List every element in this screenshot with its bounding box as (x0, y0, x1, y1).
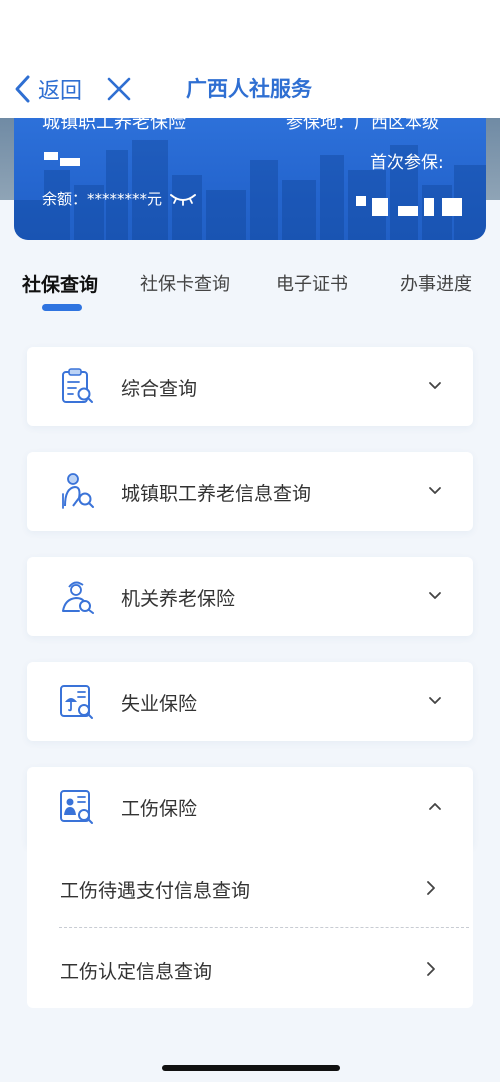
card-unemployment-insurance[interactable]: 失业保险 (27, 662, 473, 741)
card-government-pension[interactable]: 机关养老保险 (27, 557, 473, 636)
tab-progress[interactable]: 办事进度 (400, 270, 472, 296)
masked-date (442, 198, 462, 216)
chevron-right-icon (427, 881, 435, 895)
chevron-down-icon (429, 382, 441, 389)
chevron-left-icon (15, 75, 30, 103)
background-strip-right (486, 116, 500, 200)
chevron-down-icon (429, 487, 441, 494)
card-label: 综合查询 (121, 378, 198, 400)
clipboard-search-icon (62, 368, 93, 403)
masked-date (372, 198, 388, 216)
tab-e-certificate[interactable]: 电子证书 (276, 270, 348, 296)
masked-name (60, 158, 80, 166)
card-label: 工伤保险 (121, 798, 198, 820)
masked-date (424, 198, 434, 216)
back-button[interactable]: 返回 (12, 72, 82, 106)
tab-social-security-query[interactable]: 社保查询 (22, 270, 98, 297)
chevron-right-icon (427, 962, 435, 976)
insurance-card: 城镇职工养老保险 参保地：广西区本级 首次参保: 余额：********元 (14, 104, 486, 240)
first-insured-label: 首次参保: (370, 153, 444, 173)
nav-bar: 返回 广西人社服务 (0, 60, 500, 118)
back-label: 返回 (38, 79, 83, 104)
divider (59, 927, 469, 928)
close-icon (107, 77, 131, 101)
work-injury-payment-query[interactable]: 工伤待遇支付信息查询 (27, 848, 473, 928)
app-page: 返回 广西人社服务 城镇职工养老保险 参保地：广西区本级 首次参保: 余额：**… (0, 0, 500, 1082)
injury-doc-search-icon (60, 790, 93, 824)
masked-name (44, 152, 58, 160)
sub-item-label: 工伤认定信息查询 (60, 961, 213, 983)
umbrella-doc-search-icon (60, 685, 93, 719)
chevron-down-icon (429, 592, 441, 599)
card-work-injury-insurance[interactable]: 工伤保险 (27, 767, 473, 846)
card-comprehensive-query[interactable]: 综合查询 (27, 347, 473, 426)
masked-date (398, 206, 418, 216)
balance-row: 余额：********元 (42, 188, 198, 209)
city-skyline-decoration (14, 140, 486, 240)
sub-item-label: 工伤待遇支付信息查询 (60, 880, 251, 902)
card-label: 机关养老保险 (121, 588, 236, 610)
status-bar (0, 0, 500, 60)
page-title: 广西人社服务 (186, 77, 312, 101)
card-urban-pension-query[interactable]: 城镇职工养老信息查询 (27, 452, 473, 531)
tab-social-card-query[interactable]: 社保卡查询 (140, 270, 230, 296)
chevron-down-icon (429, 697, 441, 704)
card-label: 城镇职工养老信息查询 (121, 483, 312, 505)
home-indicator[interactable] (162, 1065, 340, 1071)
official-search-icon (62, 581, 94, 614)
tab-bar: 社保查询 社保卡查询 电子证书 办事进度 (0, 266, 500, 316)
close-button[interactable] (104, 74, 134, 104)
chevron-up-icon (429, 803, 441, 810)
elderly-search-icon (62, 473, 94, 509)
work-injury-submenu: 工伤待遇支付信息查询 工伤认定信息查询 (27, 846, 473, 1008)
balance-text: 余额：********元 (42, 190, 163, 208)
masked-date (356, 196, 366, 206)
card-label: 失业保险 (121, 693, 198, 715)
work-injury-recognition-query[interactable]: 工伤认定信息查询 (27, 929, 473, 1009)
eye-closed-icon[interactable] (168, 191, 198, 207)
active-tab-indicator (42, 304, 82, 311)
